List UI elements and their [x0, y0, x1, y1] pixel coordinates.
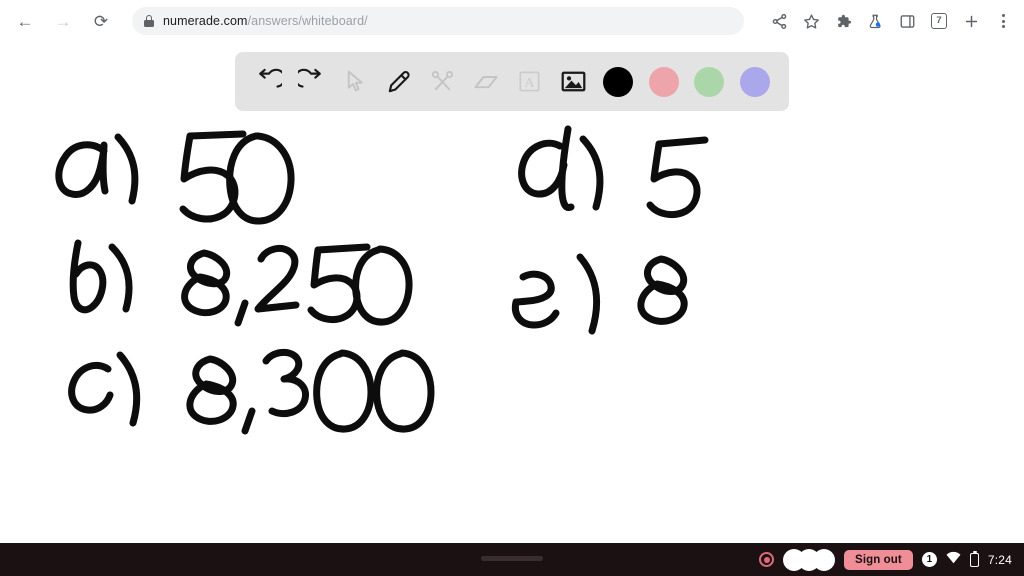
url-host: numerade.com: [163, 14, 248, 28]
forward-button[interactable]: →: [46, 4, 80, 38]
answer-stroke-e: [511, 253, 688, 335]
screen-record-icon[interactable]: [759, 552, 775, 567]
pencil-tool[interactable]: [379, 61, 420, 103]
svg-text:A: A: [525, 75, 536, 91]
color-swatch-black[interactable]: [597, 61, 640, 103]
shelf-status-area: Sign out 1 7:24: [759, 548, 1024, 571]
tab-counter-icon[interactable]: 7: [924, 6, 954, 36]
redo-tool[interactable]: [292, 61, 333, 103]
swatch-dot-pink: [648, 66, 679, 97]
avatar: [813, 548, 836, 571]
labs-flask-icon[interactable]: [860, 6, 890, 36]
bookmark-star-icon[interactable]: [796, 6, 826, 36]
sign-out-button[interactable]: Sign out: [844, 549, 913, 570]
scissors-tool[interactable]: [422, 61, 463, 103]
chromeos-screen: ← → ⟳ numerade.com/answers/whiteboard/ 7…: [0, 0, 1024, 576]
answer-stroke-d: [518, 125, 709, 219]
answer-stroke-a: [55, 130, 295, 225]
wifi-icon[interactable]: [946, 551, 961, 569]
swatch-dot-black: [603, 66, 634, 97]
reload-icon: ⟳: [93, 11, 109, 31]
extensions-puzzle-icon[interactable]: [828, 6, 858, 36]
answer-stroke-c: [68, 348, 435, 435]
back-arrow-icon: ←: [16, 11, 34, 31]
eraser-tool[interactable]: [466, 61, 507, 103]
swatch-dot-green: [694, 66, 725, 97]
chrome-menu-kebab-icon[interactable]: [988, 6, 1018, 36]
text-tool[interactable]: A: [510, 61, 551, 103]
clock-label[interactable]: 7:24: [988, 553, 1012, 567]
avatar-group[interactable]: [783, 548, 836, 571]
undo-tool[interactable]: [248, 61, 289, 103]
answer-stroke-b: [69, 239, 413, 327]
browser-actions: 7: [762, 6, 1024, 36]
notification-count-badge[interactable]: 1: [921, 552, 937, 567]
whiteboard-canvas[interactable]: [0, 111, 1024, 543]
lock-icon[interactable]: [144, 15, 154, 27]
shelf-drag-handle[interactable]: [481, 556, 543, 561]
side-panel-icon[interactable]: [892, 6, 922, 36]
share-icon[interactable]: [764, 6, 794, 36]
battery-icon[interactable]: [969, 550, 979, 567]
url-text: numerade.com/answers/whiteboard/: [163, 14, 368, 28]
new-tab-plus-icon[interactable]: [956, 6, 986, 36]
reload-button[interactable]: ⟳: [84, 4, 118, 38]
chromeos-shelf: Sign out 1 7:24: [0, 543, 1024, 576]
swatch-dot-purple: [739, 66, 770, 97]
address-bar[interactable]: numerade.com/answers/whiteboard/: [132, 7, 744, 35]
color-swatch-purple[interactable]: [733, 61, 776, 103]
url-path: /answers/whiteboard/: [247, 14, 368, 28]
color-swatch-green[interactable]: [688, 61, 731, 103]
image-tool[interactable]: [553, 61, 594, 103]
select-cursor-tool[interactable]: [335, 61, 376, 103]
browser-toolbar: ← → ⟳ numerade.com/answers/whiteboard/ 7: [0, 0, 1024, 42]
forward-arrow-icon: →: [54, 11, 72, 31]
handwritten-ink: [55, 125, 709, 435]
whiteboard-toolbar: A: [235, 52, 789, 111]
back-button[interactable]: ←: [8, 4, 42, 38]
color-swatch-pink[interactable]: [642, 61, 685, 103]
tab-count-label: 7: [931, 13, 947, 29]
